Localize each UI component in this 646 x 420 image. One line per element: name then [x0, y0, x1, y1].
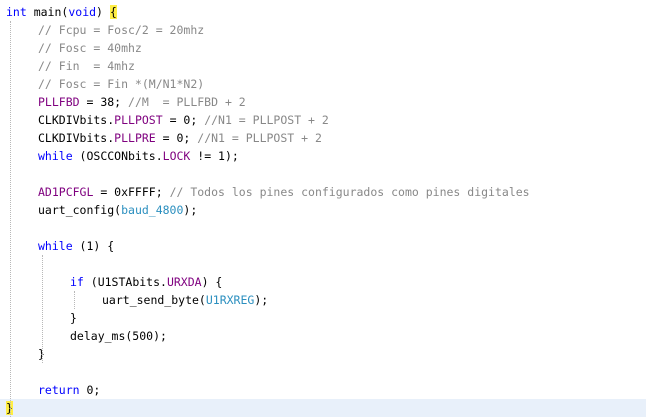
code-token: (OSCCONbits. — [72, 149, 163, 163]
code-line[interactable] — [0, 219, 646, 237]
code-line[interactable]: if (U1STAbits.URXDA) { — [0, 273, 646, 291]
code-token: } — [70, 311, 77, 325]
code-token: 0; — [79, 383, 101, 397]
code-keyword: int — [6, 5, 27, 19]
code-line[interactable]: // Fin = 4mhz — [0, 57, 646, 75]
code-comment: // Fcpu = Fosc/2 = 20mhz — [38, 23, 205, 37]
code-line[interactable]: delay_ms(500); — [0, 327, 646, 345]
code-token: ) — [96, 5, 110, 19]
code-token: { — [109, 5, 117, 19]
indent-guide — [42, 255, 43, 363]
code-token: (U1STAbits. — [83, 275, 167, 289]
code-line[interactable]: uart_config(baud_4800); — [0, 201, 646, 219]
code-keyword: while — [38, 239, 73, 253]
code-line[interactable]: PLLFBD = 38; //M = PLLFBD + 2 — [0, 93, 646, 111]
code-line[interactable] — [0, 363, 646, 381]
code-token: PLLPOST — [114, 113, 163, 127]
code-token: PLLFBD — [38, 95, 80, 109]
code-comment: // Fin = 4mhz — [38, 59, 135, 73]
code-token: CLKDIVbits. — [38, 113, 115, 127]
code-token: LOCK — [162, 149, 191, 163]
code-comment: //M = PLLFBD + 2 — [128, 95, 246, 109]
code-comment: //N1 = PLLPOST + 2 — [197, 131, 322, 145]
code-line[interactable]: // Fcpu = Fosc/2 = 20mhz — [0, 21, 646, 39]
code-line[interactable]: CLKDIVbits.PLLPRE = 0; //N1 = PLLPOST + … — [0, 129, 646, 147]
code-token: delay_ms(500); — [70, 329, 167, 343]
code-comment: // Fosc = Fin *(M/N1*N2) — [38, 77, 205, 91]
code-line[interactable]: } — [0, 345, 646, 363]
code-token: (1) { — [72, 239, 115, 253]
code-line[interactable]: } — [0, 309, 646, 327]
code-token: = 0; — [155, 131, 198, 145]
code-keyword: void — [68, 5, 97, 19]
code-line[interactable] — [0, 165, 646, 183]
code-line[interactable]: } — [0, 399, 646, 417]
indent-guide — [74, 291, 75, 309]
code-keyword: if — [70, 275, 84, 289]
code-token: uart_send_byte( — [102, 293, 206, 307]
code-token: CLKDIVbits. — [38, 131, 115, 145]
code-line[interactable]: CLKDIVbits.PLLPOST = 0; //N1 = PLLPOST +… — [0, 111, 646, 129]
code-line[interactable]: AD1PCFGL = 0xFFFF; // Todos los pines co… — [0, 183, 646, 201]
code-token: URXDA — [166, 275, 202, 289]
code-token: PLLPRE — [114, 131, 156, 145]
code-line[interactable]: uart_send_byte(U1RXREG); — [0, 291, 646, 309]
code-token: != 1); — [190, 149, 239, 163]
code-token: uart_config( — [38, 203, 122, 217]
code-line[interactable]: int main(void) { — [0, 3, 646, 21]
code-editor[interactable]: int main(void) { // Fcpu = Fosc/2 = 20mhz… — [0, 0, 646, 420]
code-token: ); — [254, 293, 269, 307]
code-keyword: return — [38, 383, 80, 397]
code-comment: // Fosc = 40mhz — [38, 41, 142, 55]
code-token: baud_4800 — [121, 203, 184, 217]
code-comment: // Todos los pines configurados como pin… — [169, 185, 530, 199]
code-token: = 0; — [162, 113, 205, 127]
code-line[interactable]: while (OSCCONbits.LOCK != 1); — [0, 147, 646, 165]
code-comment: //N1 = PLLPOST + 2 — [204, 113, 329, 127]
code-token: U1RXREG — [205, 293, 255, 307]
code-token: = 38; — [79, 95, 129, 109]
code-line[interactable]: return 0; — [0, 381, 646, 399]
indent-guide — [10, 21, 11, 417]
code-keyword: while — [38, 149, 73, 163]
code-token: AD1PCFGL — [38, 185, 94, 199]
code-line[interactable]: while (1) { — [0, 237, 646, 255]
code-token: ) { — [201, 275, 223, 289]
code-token: = 0xFFFF; — [93, 185, 170, 199]
code-token: ); — [183, 203, 198, 217]
code-line[interactable] — [0, 255, 646, 273]
code-token: main — [26, 5, 62, 19]
code-line[interactable]: // Fosc = 40mhz — [0, 39, 646, 57]
code-line[interactable]: // Fosc = Fin *(M/N1*N2) — [0, 75, 646, 93]
